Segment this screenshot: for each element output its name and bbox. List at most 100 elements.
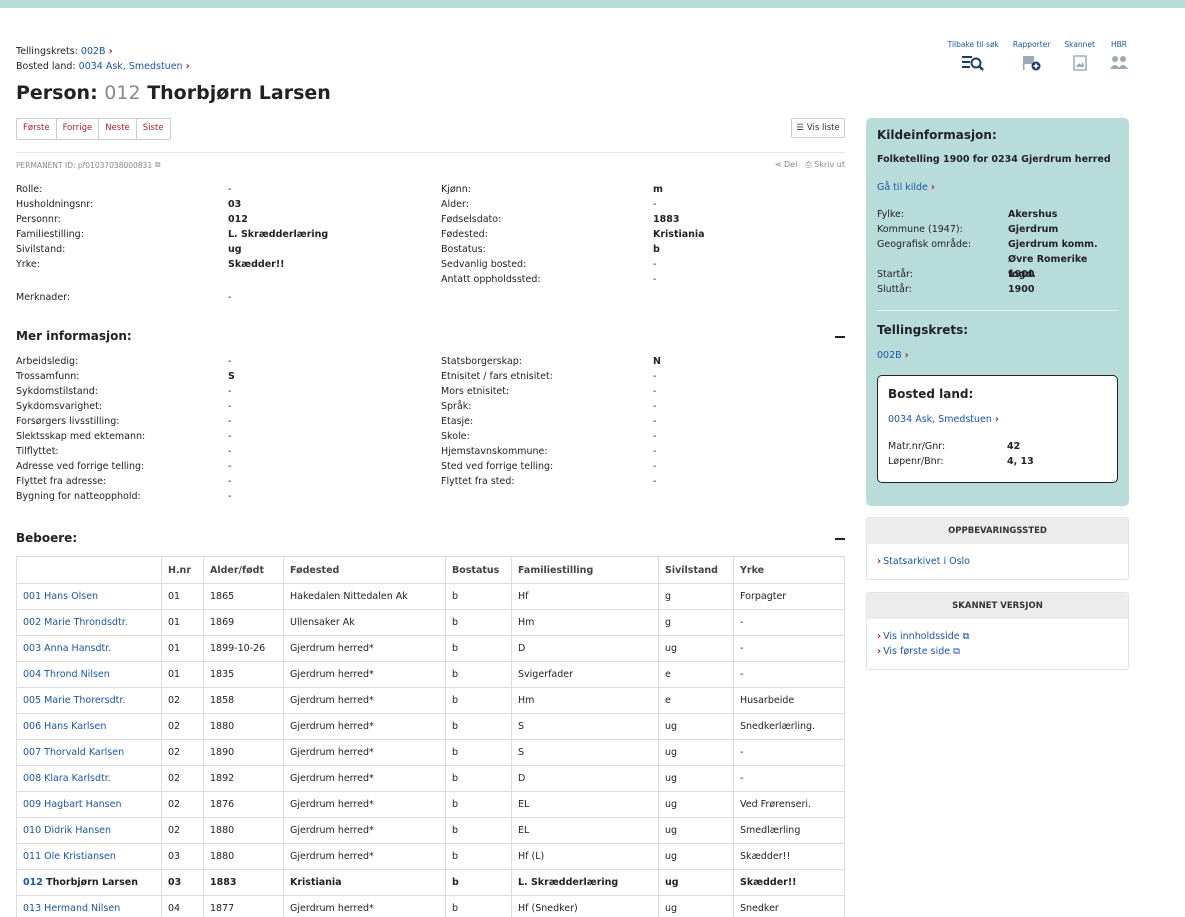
beboere-header[interactable]: Beboere:	[16, 531, 845, 545]
breadcrumb-tellingskrets: Tellingskrets: 002B ›	[16, 46, 113, 57]
cell-job: Husarbeide	[733, 687, 845, 714]
cell-birthplace: Gjerdrum herred*	[283, 713, 446, 740]
cell-status: b	[445, 713, 512, 740]
cell-job: Snedkerlærling.	[733, 713, 845, 740]
table-row[interactable]: 004 Thrond Nilsen 01 1835 Gjerdrum herred* b…	[16, 661, 845, 688]
cell-status: b	[445, 661, 512, 688]
bosted-fields: Matr.nr/Gnr: 42 Løpenr/Bnr: 4, 13	[888, 441, 1034, 467]
resident-name-link[interactable]: 003 Anna Hansdtr.	[16, 635, 162, 662]
column-header: Familiestilling	[511, 556, 659, 584]
resident-name-link[interactable]: 008 Klara Karlsdtr.	[16, 765, 162, 792]
goto-kilde-link[interactable]: Gå til kilde ›	[877, 182, 1118, 193]
cell-job: -	[733, 765, 845, 792]
cell-job: Smedlærling	[733, 817, 845, 844]
vis-forste-side-link[interactable]: › Vis første side ⧉	[867, 644, 1128, 659]
resident-name-link[interactable]: 011 Ole Kristiansen	[16, 843, 162, 870]
cell-family: EL	[511, 791, 659, 818]
search-list-icon	[962, 54, 985, 72]
hbr-button[interactable]: HBR	[1109, 40, 1129, 72]
prev-button[interactable]: Forrige	[57, 119, 100, 139]
cell-status: b	[445, 739, 512, 766]
resident-name-link[interactable]: 005 Marie Thorersdtr.	[16, 687, 162, 714]
column-header: Yrke	[733, 556, 845, 584]
scanned-button[interactable]: Skannet	[1064, 40, 1095, 72]
cell-born: 1880	[203, 713, 284, 740]
collapse-icon[interactable]	[835, 336, 845, 338]
external-link-icon: ⧉	[962, 631, 970, 642]
cell-job: -	[733, 635, 845, 662]
permanent-id: PERMANENT ID: pf01037038000831 ⧉	[16, 160, 161, 170]
copy-icon[interactable]: ⧉	[155, 160, 160, 170]
resident-name-link[interactable]: 006 Hans Karlsen	[16, 713, 162, 740]
cell-job: Skædder!!	[733, 869, 845, 896]
cell-civil: ug	[658, 791, 734, 818]
table-row[interactable]: 013 Hermand Nilsen 04 1877 Gjerdrum herred*…	[16, 895, 845, 917]
print-icon: ⎙	[805, 160, 812, 169]
cell-status: b	[445, 817, 512, 844]
cell-family: Hm	[511, 687, 659, 714]
share-button[interactable]: ⋖ Del	[775, 160, 798, 170]
cell-job: Forpagter	[733, 583, 845, 610]
cell-birthplace: Gjerdrum herred*	[283, 843, 446, 870]
cell-civil: e	[658, 687, 734, 714]
statsarkivet-link[interactable]: › Statsarkivet i Oslo	[867, 554, 1128, 569]
cell-status: b	[445, 609, 512, 636]
back-to-search-button[interactable]: Tilbake til søk	[948, 40, 999, 72]
cell-family: Hf (L)	[511, 843, 659, 870]
resident-name-link[interactable]: 012 Thorbjørn Larsen	[16, 869, 162, 896]
resident-name-link[interactable]: 001 Hans Olsen	[16, 583, 162, 610]
resident-name-link[interactable]: 007 Thorvald Karlsen	[16, 739, 162, 766]
cell-birthplace: Gjerdrum herred*	[283, 765, 446, 792]
bosted-side-link[interactable]: 0034 Ask, Smedstuen ›	[888, 414, 1107, 425]
cell-hnr: 01	[161, 635, 204, 662]
table-row[interactable]: 011 Ole Kristiansen 03 1880 Gjerdrum herred…	[16, 843, 845, 870]
print-button[interactable]: ⎙ Skriv ut	[805, 160, 845, 170]
vis-liste-button[interactable]: ☰ Vis liste	[791, 118, 845, 138]
share-icon: ⋖	[774, 160, 782, 169]
cell-family: Hm	[511, 609, 659, 636]
resident-name-link[interactable]: 002 Marie Throndsdtr.	[16, 609, 162, 636]
top-accent-bar	[0, 0, 1185, 8]
resident-name-link[interactable]: 009 Hagbart Hansen	[16, 791, 162, 818]
cell-status: b	[445, 687, 512, 714]
table-row[interactable]: 008 Klara Karlsdtr. 02 1892 Gjerdrum herred…	[16, 765, 845, 792]
vis-innholdsside-link[interactable]: › Vis innholdsside ⧉	[867, 629, 1128, 644]
report-button[interactable]: Rapporter	[1013, 40, 1050, 72]
cell-hnr: 04	[161, 895, 204, 917]
resident-name-link[interactable]: 013 Hermand Nilsen	[16, 895, 162, 917]
bosted-link[interactable]: 0034 Ask, Smedstuen	[79, 61, 183, 72]
cell-birthplace: Gjerdrum herred*	[283, 817, 446, 844]
cell-job: -	[733, 609, 845, 636]
table-row[interactable]: 007 Thorvald Karlsen 02 1890 Gjerdrum herre…	[16, 739, 845, 766]
cell-civil: ug	[658, 713, 734, 740]
collapse-icon[interactable]	[835, 538, 845, 540]
cell-civil: g	[658, 583, 734, 610]
table-row[interactable]: 003 Anna Hansdtr. 01 1899-10-26 Gjerdrum he…	[16, 635, 845, 662]
resident-name-link[interactable]: 010 Didrik Hansen	[16, 817, 162, 844]
column-header: H.nr	[161, 556, 204, 584]
next-button[interactable]: Neste	[99, 119, 137, 139]
table-row[interactable]: 002 Marie Throndsdtr. 01 1869 Ullensaker Ak…	[16, 609, 845, 636]
tellingskrets-title: Tellingskrets:	[877, 323, 969, 337]
cell-birthplace: Gjerdrum herred*	[283, 791, 446, 818]
table-row[interactable]: 001 Hans Olsen 01 1865 Hakedalen Nittedalen…	[16, 583, 845, 610]
cell-family: Svigerfader	[511, 661, 659, 688]
cell-civil: g	[658, 609, 734, 636]
table-row[interactable]: 006 Hans Karlsen 02 1880 Gjerdrum herred* b S…	[16, 713, 845, 740]
table-row[interactable]: 005 Marie Thorersdtr. 02 1858 Gjerdrum herr…	[16, 687, 845, 714]
chevron-right-icon: ›	[108, 46, 113, 57]
column-header: Sivilstand	[658, 556, 734, 584]
resident-name-link[interactable]: 004 Thrond Nilsen	[16, 661, 162, 688]
list-icon: ☰	[796, 123, 804, 133]
table-row[interactable]: 009 Hagbart Hansen 02 1876 Gjerdrum herred*…	[16, 791, 845, 818]
table-row[interactable]: 010 Didrik Hansen 02 1880 Gjerdrum herred* b…	[16, 817, 845, 844]
first-button[interactable]: Første	[17, 119, 57, 139]
tellingskrets-link[interactable]: 002B	[81, 46, 106, 57]
table-row[interactable]: 012 Thorbjørn Larsen 03 1883 Kristiania b L. …	[16, 869, 845, 896]
last-button[interactable]: Siste	[137, 119, 170, 139]
cell-born: 1876	[203, 791, 284, 818]
chevron-right-icon: ›	[877, 556, 882, 567]
mer-informasjon-header[interactable]: Mer informasjon:	[16, 329, 845, 343]
chevron-right-icon: ›	[877, 631, 882, 642]
tellingskrets-side-link[interactable]: 002B ›	[877, 350, 1118, 361]
